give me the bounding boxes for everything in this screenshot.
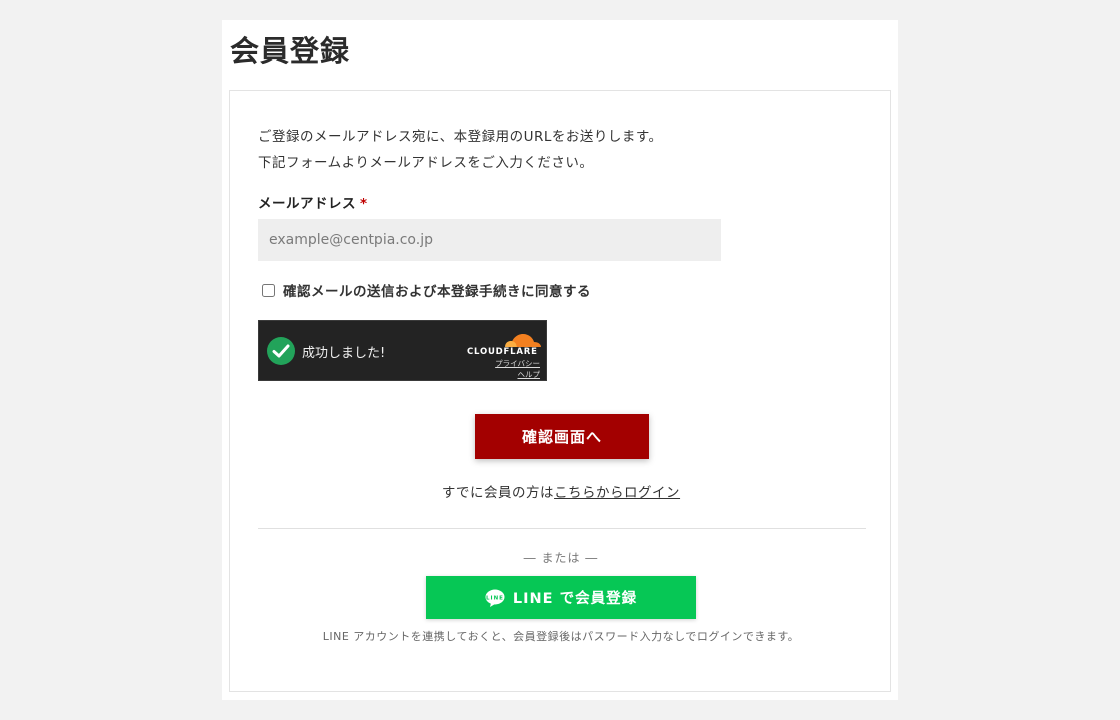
captcha-status: 成功しました! — [302, 346, 386, 361]
line-register-label: LINE で会員登録 — [512, 591, 638, 607]
line-register-button[interactable]: LINE LINE で会員登録 — [426, 576, 696, 619]
cloudflare-brand: CLOUDFLARE — [467, 347, 538, 357]
or-separator: ― または ― — [523, 551, 599, 565]
captcha-links: プライバシー ヘルプ — [495, 358, 540, 380]
required-mark: * — [360, 196, 368, 212]
captcha-help-link[interactable]: ヘルプ — [495, 369, 541, 380]
agree-checkbox[interactable] — [262, 283, 275, 297]
page-title: 会員登録 — [230, 34, 351, 68]
agree-checkbox-row[interactable]: 確認メールの送信および本登録手続きに同意する — [262, 280, 591, 300]
captcha-privacy-link[interactable]: プライバシー — [495, 358, 540, 369]
cloudflare-turnstile-widget[interactable]: 成功しました! CLOUDFLARE プライバシー ヘルプ — [258, 320, 547, 381]
registration-page: 会員登録 ご登録のメールアドレス宛に、本登録用のURLをお送りします。 下記フォ… — [222, 20, 898, 700]
email-label-text: メールアドレス — [258, 196, 356, 212]
login-link[interactable]: こちらからログイン — [554, 485, 680, 501]
login-prompt: すでに会員の方はこちらからログイン — [230, 481, 892, 501]
intro-text: ご登録のメールアドレス宛に、本登録用のURLをお送りします。 下記フォームよりメ… — [258, 124, 663, 176]
divider — [258, 528, 866, 529]
intro-line-1: ご登録のメールアドレス宛に、本登録用のURLをお送りします。 — [258, 129, 663, 145]
svg-text:LINE: LINE — [486, 595, 504, 601]
confirm-button[interactable]: 確認画面へ — [475, 414, 649, 459]
email-input[interactable] — [258, 219, 721, 261]
agree-label: 確認メールの送信および本登録手続きに同意する — [283, 284, 591, 300]
email-label: メールアドレス * — [258, 192, 368, 212]
registration-card: ご登録のメールアドレス宛に、本登録用のURLをお送りします。 下記フォームよりメ… — [229, 90, 891, 692]
intro-line-2: 下記フォームよりメールアドレスをご入力ください。 — [258, 155, 594, 171]
login-prefix: すでに会員の方は — [441, 485, 555, 501]
check-circle-icon — [267, 337, 295, 365]
line-note: LINE アカウントを連携しておくと、会員登録後はパスワード入力なしでログインで… — [322, 630, 800, 643]
line-speech-bubble-icon: LINE — [485, 589, 505, 607]
